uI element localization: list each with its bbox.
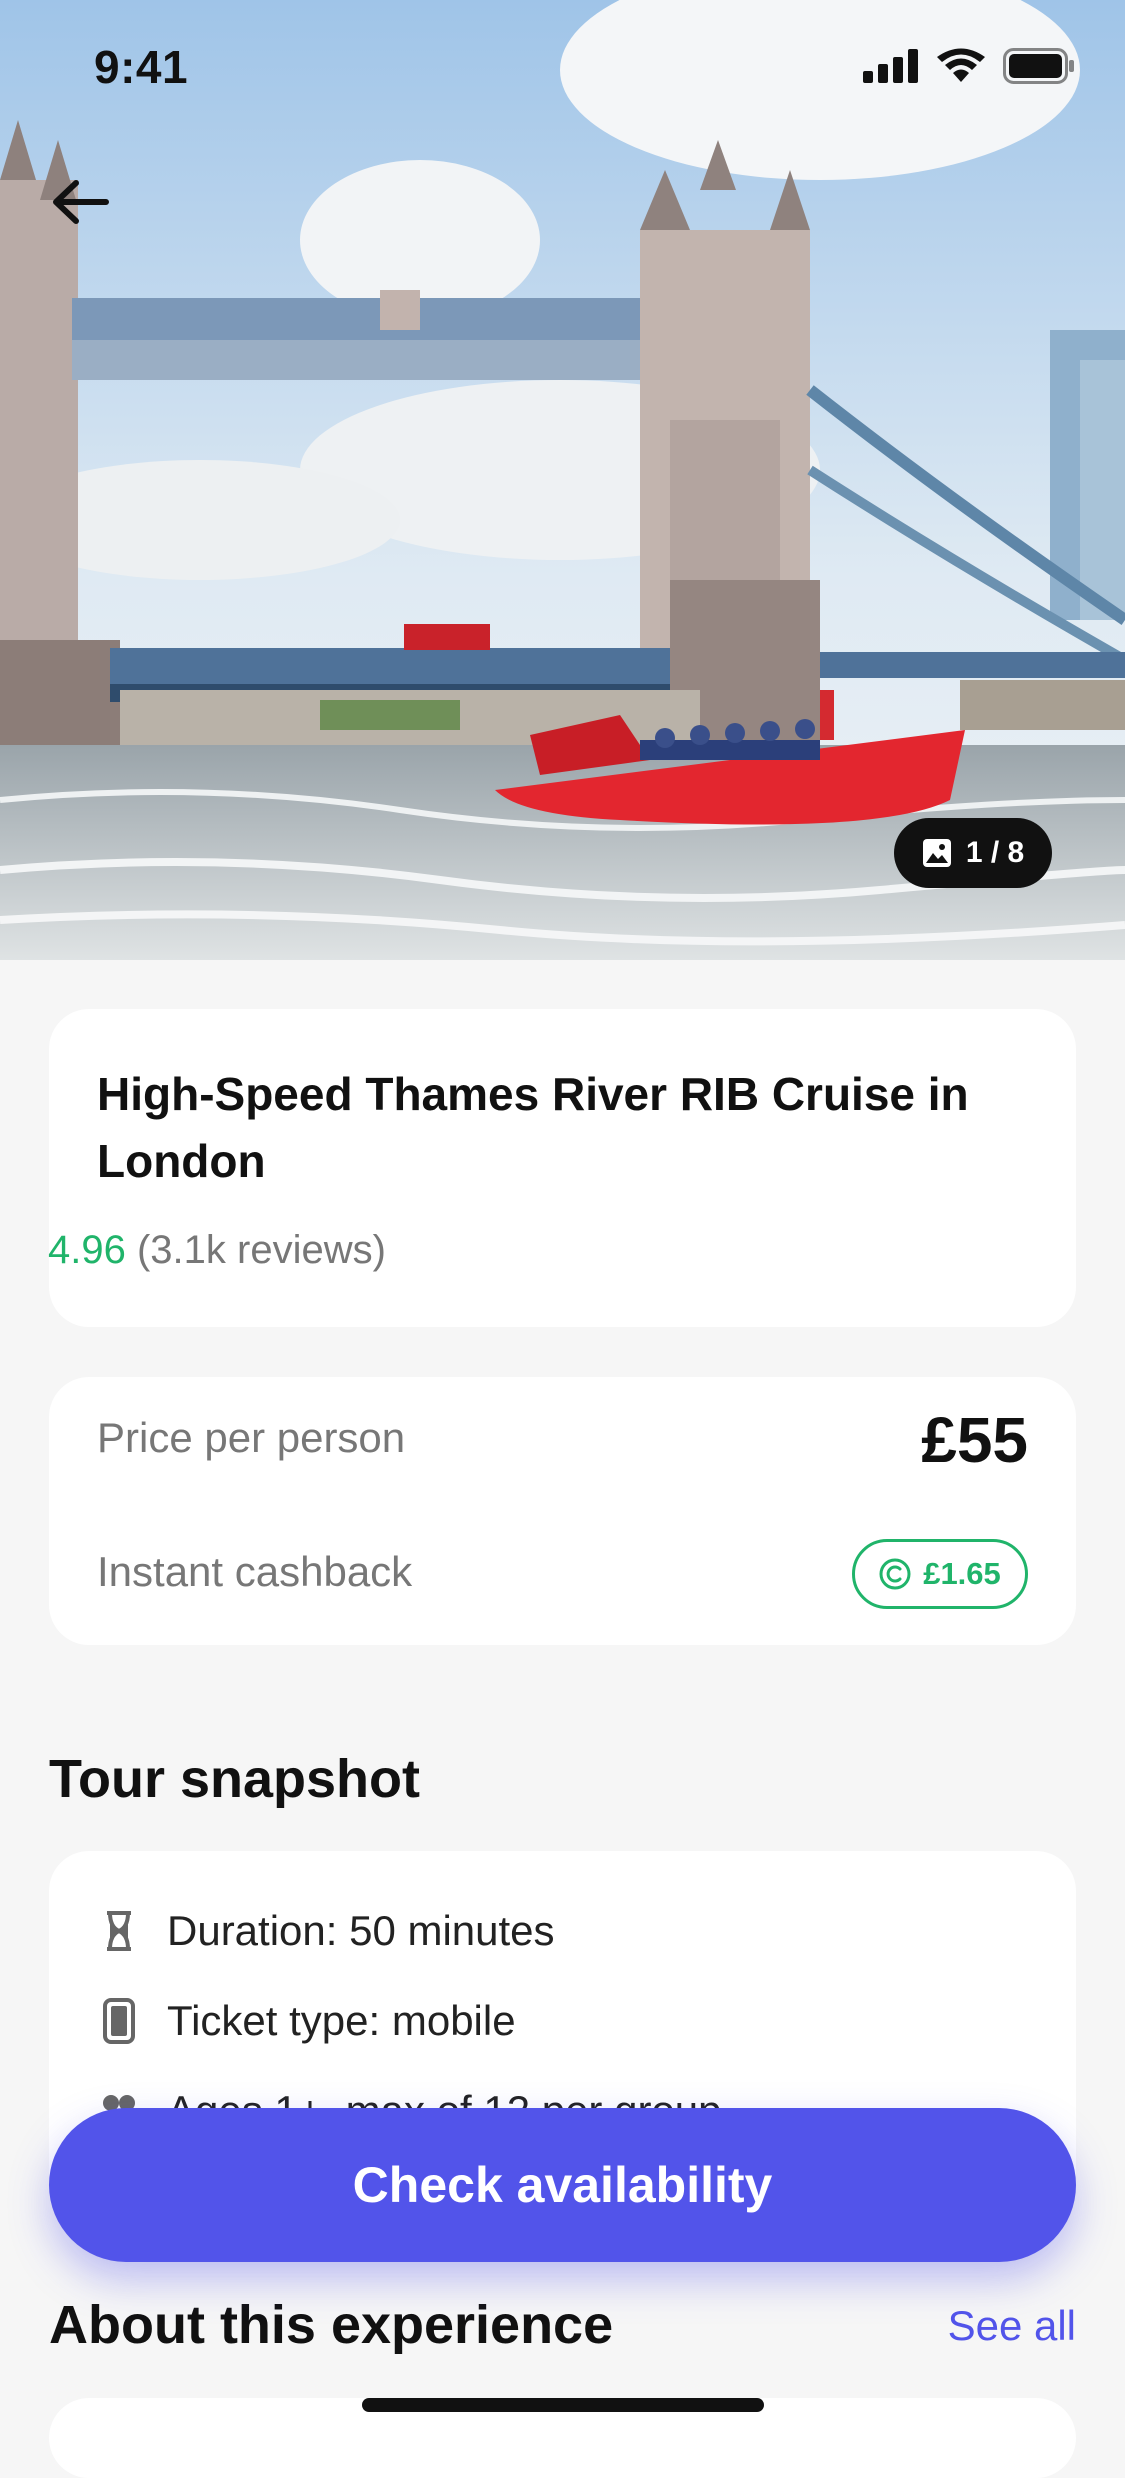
battery-icon	[1003, 48, 1074, 84]
cashback-value: £1.65	[923, 1556, 1001, 1591]
snapshot-item-text: Ticket type: mobile	[167, 1997, 516, 2044]
home-indicator	[362, 2398, 764, 2412]
status-icons	[863, 48, 1075, 84]
status-bar: 9:41	[0, 0, 1125, 140]
rating-score: 4.96	[48, 1228, 126, 1272]
price-value: £55	[921, 1404, 1028, 1476]
tour-snapshot-title: Tour snapshot	[49, 1749, 420, 1809]
about-title: About this experience	[49, 2295, 614, 2355]
snapshot-item-duration: Duration: 50 minutes	[97, 1905, 555, 1957]
price-card: Price per person £55 Instant cashback £1…	[49, 1377, 1076, 1645]
phone-icon	[97, 1995, 141, 2047]
status-time: 9:41	[94, 41, 189, 93]
reviews-count: (3.1k reviews)	[136, 1228, 386, 1272]
image-icon	[922, 839, 951, 867]
cashback-icon	[879, 1558, 911, 1590]
cashback-badge[interactable]: £1.65	[852, 1539, 1028, 1609]
rating-summary[interactable]: 4.96 (3.1k reviews)	[48, 1228, 386, 1273]
experience-title-card: High-Speed Thames River RIB Cruise in Lo…	[49, 1009, 1076, 1327]
cashback-label: Instant cashback	[97, 1548, 413, 1595]
snapshot-item-ticket: Ticket type: mobile	[97, 1995, 516, 2047]
price-label: Price per person	[97, 1414, 406, 1461]
hourglass-icon	[97, 1905, 141, 1957]
check-availability-button[interactable]: Check availability	[49, 2108, 1076, 2262]
snapshot-item-text: Duration: 50 minutes	[167, 1907, 555, 1954]
arrow-left-icon	[53, 180, 109, 224]
back-button[interactable]	[44, 166, 116, 238]
photo-counter-text: 1 / 8	[965, 836, 1025, 869]
photo-counter-badge[interactable]: 1 / 8	[894, 818, 1052, 888]
experience-title: High-Speed Thames River RIB Cruise in Lo…	[97, 1068, 969, 1187]
wifi-icon	[937, 48, 985, 82]
tower-bridge-photo	[0, 0, 1125, 960]
hero-image[interactable]	[0, 0, 1125, 960]
see-all-link[interactable]: See all	[948, 2302, 1076, 2350]
cellular-signal-icon	[863, 49, 918, 83]
